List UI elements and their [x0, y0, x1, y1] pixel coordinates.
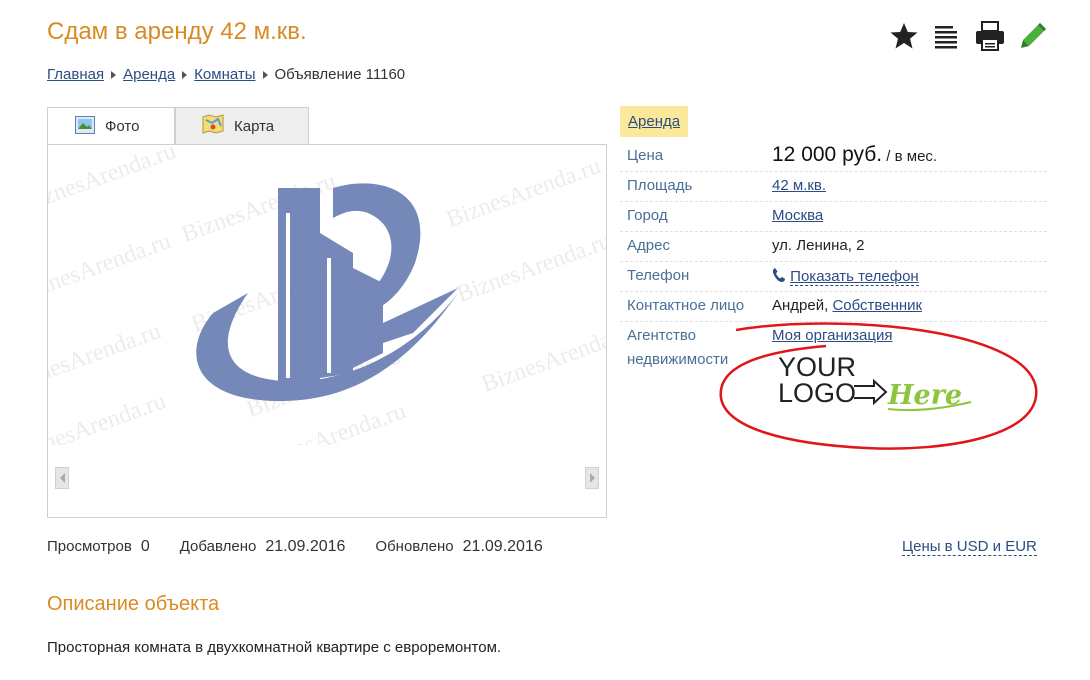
your-logo-here-image: YOUR LOGO Here [778, 352, 972, 411]
views-value: 0 [140, 538, 150, 555]
updated-label: Обновлено [375, 538, 454, 555]
building-logo-image [196, 183, 458, 402]
chevron-left-icon [59, 473, 65, 483]
map-icon [202, 114, 224, 138]
photo-gallery: BiznesArenda.ru BiznesArenda.ru BiznesAr… [47, 144, 607, 518]
watermark-text: BiznesArenda.ru [48, 318, 165, 398]
listing-type-link[interactable]: Аренда [628, 113, 680, 130]
watermark-text: BiznesArenda.ru [478, 318, 607, 398]
breadcrumb-link-rent[interactable]: Аренда [123, 66, 175, 83]
favorite-button[interactable] [888, 20, 920, 52]
breadcrumb: Главная Аренда Комнаты Объявление 11160 [47, 66, 405, 83]
tab-map[interactable]: Карта [175, 107, 309, 144]
breadcrumb-separator-icon [111, 70, 117, 79]
price-value: 12 000 руб. [772, 143, 883, 166]
tab-map-label: Карта [234, 117, 275, 135]
address-label: Адрес [627, 237, 670, 254]
tab-photo-label: Фото [105, 118, 140, 135]
contact-label: Контактное лицо [627, 297, 745, 314]
show-phone-link[interactable]: Показать телефон [790, 268, 919, 286]
address-value: ул. Ленина, 2 [772, 237, 865, 254]
price-row: Цена 12 000 руб. / в мес. [620, 142, 1047, 172]
printer-icon [976, 21, 1004, 51]
area-link[interactable]: 42 м.кв. [772, 177, 826, 194]
gallery-prev-button[interactable] [55, 467, 69, 489]
contact-value-wrap: Андрей, Собственник [772, 297, 922, 314]
city-row: Город Москва [620, 202, 1047, 232]
star-icon [890, 23, 918, 49]
address-row: Адрес ул. Ленина, 2 [620, 232, 1047, 262]
watermark-text: BiznesArenda.ru [48, 388, 170, 445]
photo-icon [75, 115, 95, 138]
media-tabs: Фото Карта [47, 107, 607, 145]
watermark-text: BiznesArenda.ru [453, 228, 607, 308]
prices-usd-eur-link[interactable]: Цены в USD и EUR [902, 538, 1037, 556]
breadcrumb-link-rooms[interactable]: Комнаты [194, 66, 255, 83]
contact-name: Андрей, [772, 297, 829, 314]
area-label: Площадь [627, 177, 693, 194]
gallery-next-button[interactable] [585, 467, 599, 489]
listing-stats: Просмотров 0 Добавлено 21.09.2016 Обновл… [47, 538, 573, 556]
phone-value-wrap: Показать телефон [772, 267, 919, 286]
updated-value: 21.09.2016 [462, 538, 543, 555]
breadcrumb-separator-icon [182, 70, 188, 79]
print-button[interactable] [974, 20, 1006, 52]
price-unit: / в мес. [886, 148, 938, 165]
tab-photo[interactable]: Фото [47, 107, 175, 145]
views-label: Просмотров [47, 538, 132, 555]
list-icon [935, 26, 957, 49]
phone-label: Телефон [627, 267, 690, 284]
page-title: Сдам в аренду 42 м.кв. [47, 18, 307, 45]
watermark-text: BiznesArenda.ru [48, 145, 180, 218]
compare-button[interactable] [931, 20, 963, 52]
added-label: Добавлено [179, 538, 257, 555]
added-value: 21.09.2016 [265, 538, 346, 555]
description-text: Просторная комната в двухкомнатной кварт… [47, 639, 502, 656]
listing-type-badge: Аренда [620, 106, 689, 137]
city-link[interactable]: Москва [772, 207, 823, 224]
breadcrumb-link-home[interactable]: Главная [47, 66, 104, 83]
area-row: Площадь 42 м.кв. [620, 172, 1047, 202]
city-label: Город [627, 207, 668, 224]
edit-button[interactable] [1017, 20, 1049, 52]
breadcrumb-separator-icon [262, 70, 268, 79]
agency-logo[interactable]: YOUR LOGO Here [776, 350, 976, 416]
price-label: Цена [627, 147, 664, 164]
contact-role-link[interactable]: Собственник [832, 297, 922, 314]
price-value-wrap: 12 000 руб. / в мес. [772, 143, 937, 167]
toolbar [888, 20, 1049, 52]
svg-text:LOGO: LOGO [778, 378, 856, 408]
phone-icon [772, 268, 785, 282]
phone-row: Телефон Показать телефон [620, 262, 1047, 292]
watermark-text: BiznesArenda.ru [48, 228, 175, 308]
chevron-right-icon [589, 473, 595, 483]
pencil-icon [1021, 23, 1046, 48]
description-title: Описание объекта [47, 593, 220, 615]
breadcrumb-current: Объявление 11160 [274, 66, 406, 83]
